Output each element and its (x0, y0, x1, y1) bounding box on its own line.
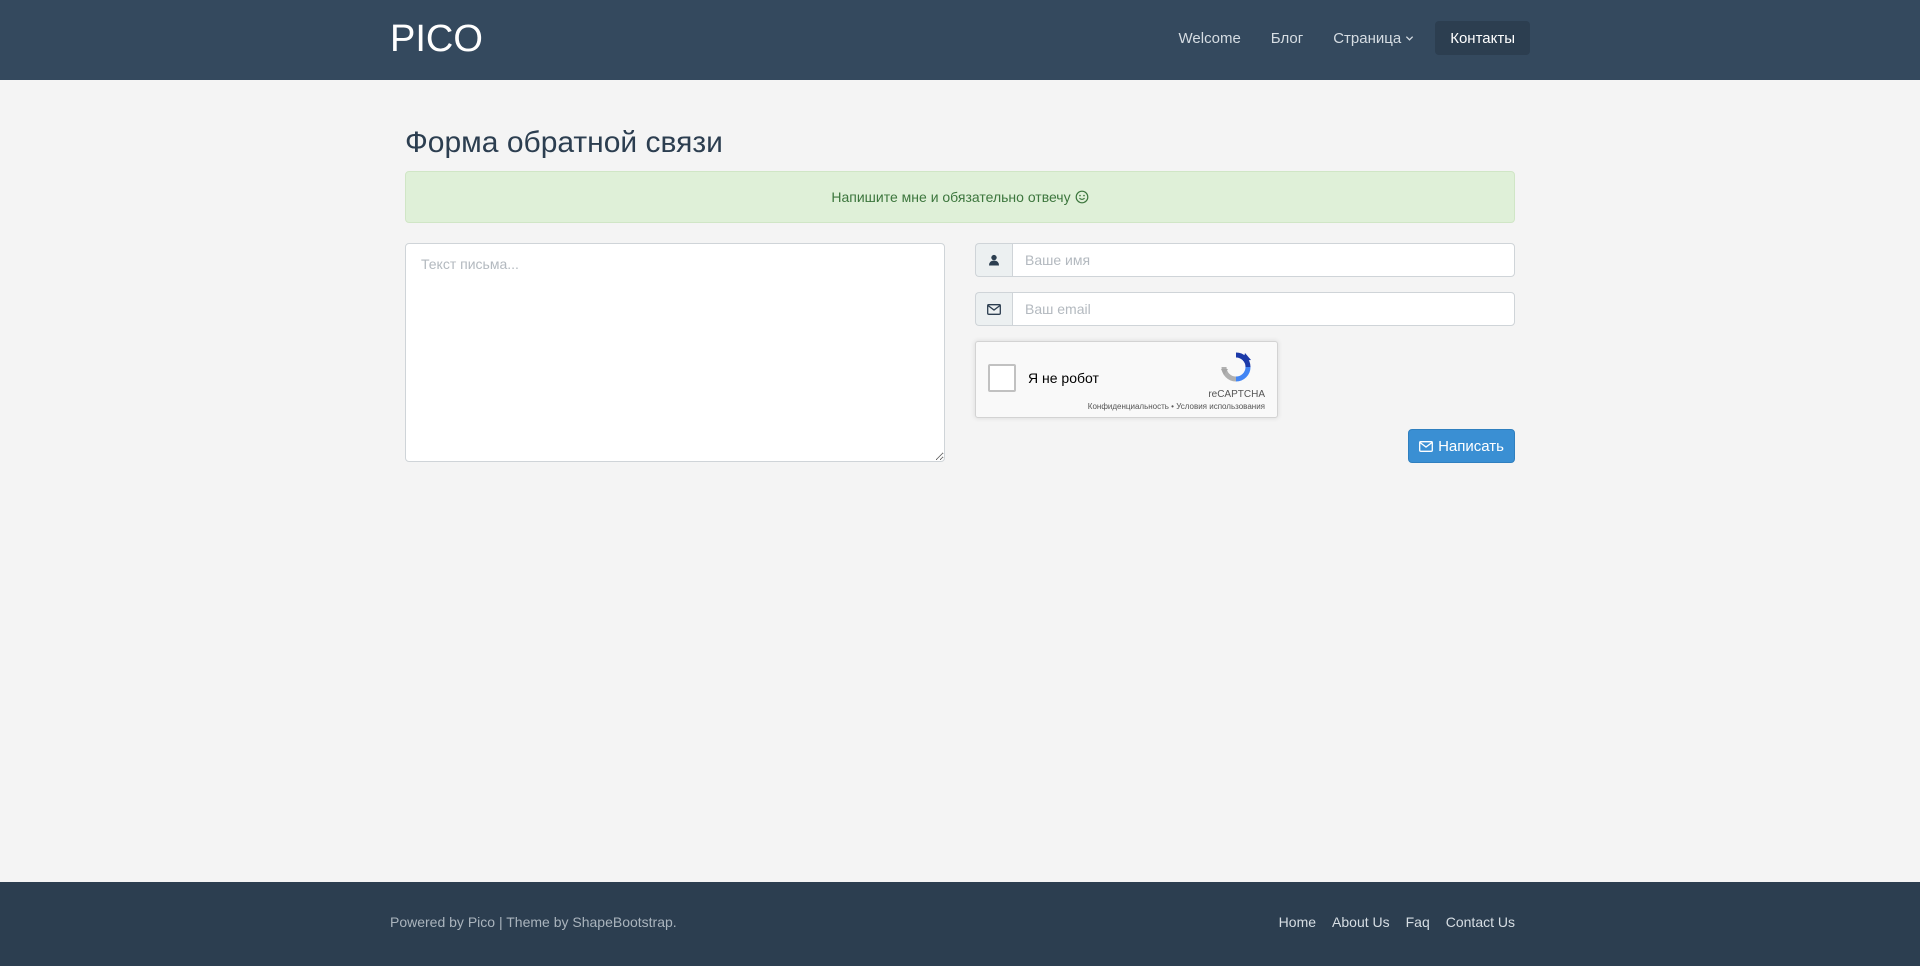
name-input[interactable] (1012, 243, 1515, 277)
footer-link-about-us[interactable]: About Us (1332, 914, 1390, 930)
email-input[interactable] (1012, 292, 1515, 326)
nav-item-page-label: Страница (1333, 29, 1402, 47)
footer-shapebootstrap-link[interactable]: ShapeBootstrap (572, 914, 672, 930)
footer-nav: Home About Us Faq Contact Us (1263, 914, 1515, 930)
recaptcha-privacy-link[interactable]: Конфиденциальность (1088, 402, 1169, 411)
email-addon (975, 292, 1012, 326)
nav-item-welcome[interactable]: Welcome (1164, 21, 1256, 55)
envelope-icon (1419, 440, 1434, 452)
navbar: PICO Welcome Блог Страница Контакты (0, 0, 1920, 80)
envelope-icon (987, 303, 1001, 315)
footer: Powered by Pico | Theme by ShapeBootstra… (0, 882, 1920, 966)
footer-pico-link[interactable]: Pico (468, 914, 495, 930)
submit-label: Написать (1438, 437, 1504, 455)
recaptcha-terms-link[interactable]: Условия использования (1176, 402, 1265, 411)
footer-theme-prefix: | Theme by (495, 914, 573, 930)
info-alert: Напишите мне и обязательно отвечу (405, 171, 1515, 223)
chevron-down-icon (1406, 35, 1414, 41)
footer-link-home[interactable]: Home (1279, 914, 1316, 930)
nav-item-blog[interactable]: Блог (1256, 21, 1318, 55)
submit-button[interactable]: Написать (1408, 429, 1515, 463)
recaptcha-terms: Конфиденциальность • Условия использован… (1088, 402, 1265, 411)
email-input-group (975, 292, 1515, 326)
footer-link-contact-us[interactable]: Contact Us (1446, 914, 1515, 930)
name-input-group (975, 243, 1515, 277)
page-title: Форма обратной связи (405, 126, 723, 159)
nav-item-contacts[interactable]: Контакты (1435, 21, 1530, 55)
recaptcha-checkbox[interactable] (988, 364, 1016, 392)
name-addon (975, 243, 1012, 277)
brand-logo[interactable]: PICO (390, 18, 483, 61)
recaptcha-logo-icon (1221, 352, 1251, 382)
recaptcha-widget: Я не робот reCAPTCHA Конфиденциальность … (975, 341, 1278, 418)
footer-powered-prefix: Powered by (390, 914, 468, 930)
smile-icon (1075, 190, 1089, 204)
user-icon (989, 254, 999, 266)
recaptcha-brand: reCAPTCHA (1208, 389, 1265, 400)
footer-theme-suffix: . (672, 914, 677, 930)
alert-text: Напишите мне и обязательно отвечу (831, 189, 1071, 205)
message-textarea[interactable] (405, 243, 945, 462)
main-nav: Welcome Блог Страница Контакты (1164, 21, 1530, 55)
footer-credits: Powered by Pico | Theme by ShapeBootstra… (390, 914, 677, 930)
recaptcha-label: Я не робот (1028, 370, 1099, 386)
footer-link-faq[interactable]: Faq (1406, 914, 1430, 930)
nav-item-page-dropdown[interactable]: Страница (1318, 21, 1429, 55)
